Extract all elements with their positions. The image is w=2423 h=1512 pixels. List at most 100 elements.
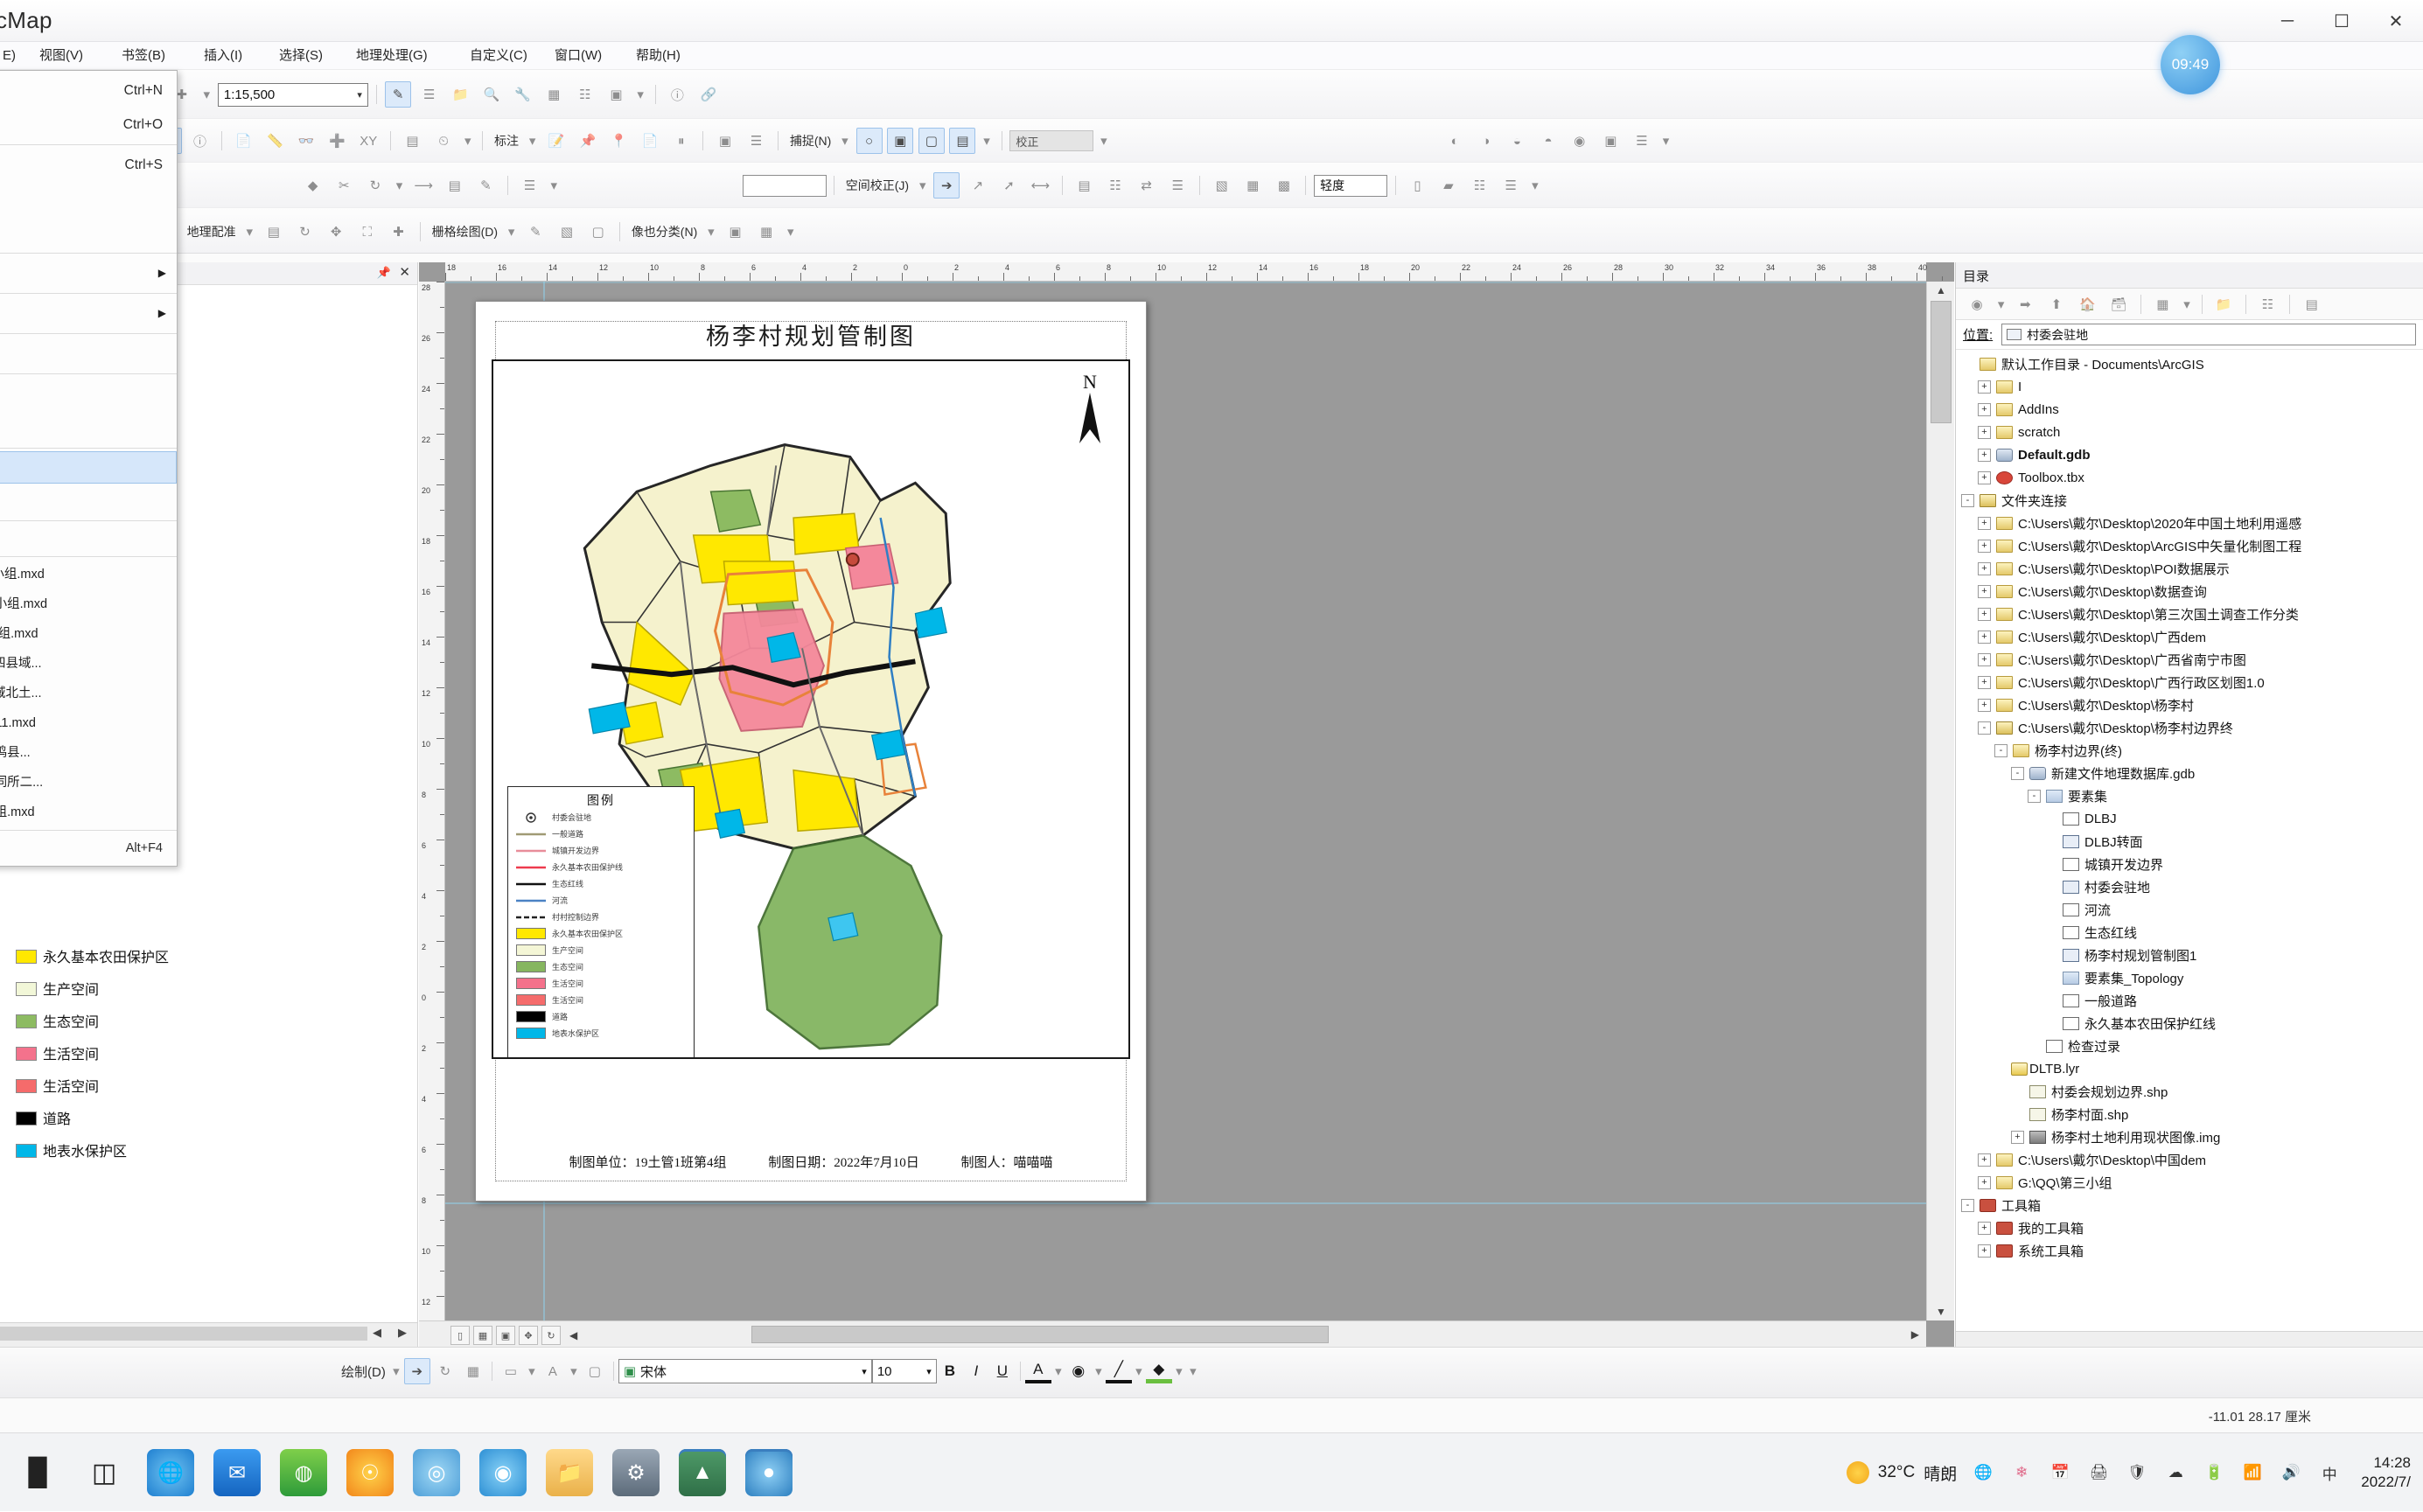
- file-menu-item-16[interactable]: )...: [0, 451, 177, 484]
- browser-ie-icon[interactable]: ◍: [280, 1449, 327, 1496]
- catalog-tree-node-29[interactable]: 永久基本农田保护红线: [1956, 1012, 2423, 1035]
- catalog-tree-node-6[interactable]: - 文件夹连接: [1956, 489, 2423, 512]
- scroll-left-arrow-icon[interactable]: ◀: [373, 1326, 381, 1340]
- raster-layer-combo-icon[interactable]: ▤: [261, 219, 287, 245]
- catalog-tree-node-5[interactable]: + Toolbox.tbx: [1956, 466, 2423, 489]
- edge-snap-icon[interactable]: ▤: [949, 128, 976, 154]
- new-identity-link-icon[interactable]: ➚: [996, 172, 1023, 199]
- raster-draw-label[interactable]: 栅格绘图(D): [429, 223, 501, 240]
- edit-rotate-icon[interactable]: ↻: [362, 172, 388, 199]
- taskbar-clock[interactable]: 14:28 2022/7/: [2361, 1453, 2411, 1492]
- draw-callout-icon[interactable]: ▢: [582, 1358, 608, 1384]
- catalog-tree-node-4[interactable]: + Default.gdb: [1956, 443, 2423, 466]
- tree-expander-icon[interactable]: -: [1978, 721, 1991, 735]
- catalog-home-icon[interactable]: 🏠: [2075, 291, 2101, 317]
- catalog-location-combo[interactable]: 村委会驻地: [2001, 324, 2416, 345]
- tree-expander-icon[interactable]: +: [1978, 425, 1991, 439]
- chrome-icon[interactable]: ◉: [479, 1449, 527, 1496]
- edge-icon[interactable]: 🌐: [147, 1449, 194, 1496]
- file-menu-item-5[interactable]: )...: [0, 216, 177, 250]
- attribute-transfer-icon[interactable]: ⇄: [1134, 172, 1160, 199]
- layout-grid-icon[interactable]: ▦: [473, 1326, 492, 1345]
- label-weight-icon[interactable]: 📍: [606, 128, 632, 154]
- catalog-tree-node-22[interactable]: 城镇开发边界: [1956, 853, 2423, 875]
- catalog-tree-node-33[interactable]: 杨李村面.shp: [1956, 1103, 2423, 1125]
- catalog-tree-node-30[interactable]: 检查过录: [1956, 1035, 2423, 1057]
- catalog-toggle-tree-icon[interactable]: ☷: [2255, 291, 2281, 317]
- tree-expander-icon[interactable]: +: [1978, 607, 1991, 621]
- catalog-tree-node-39[interactable]: + 系统工具箱: [1956, 1239, 2423, 1262]
- catalog-tree-node-34[interactable]: + 杨李村土地利用现状图像.img: [1956, 1125, 2423, 1148]
- tree-expander-icon[interactable]: +: [1978, 539, 1991, 553]
- adjust-icon[interactable]: ☷: [1102, 172, 1128, 199]
- menu-item-3[interactable]: 插入(I): [196, 45, 250, 66]
- edit-cut-icon[interactable]: ✂: [331, 172, 357, 199]
- file-menu-item-24[interactable]: 组只体三四县域...: [0, 649, 177, 679]
- weather-widget[interactable]: 32°C 晴朗: [1846, 1461, 1957, 1485]
- label-manager-icon[interactable]: 📝: [543, 128, 569, 154]
- toc-layer-4[interactable]: 生活空间: [16, 1075, 99, 1096]
- tray-ime-icon[interactable]: 中: [2317, 1460, 2342, 1485]
- font-size-combo[interactable]: 10 ▾: [871, 1359, 937, 1383]
- select-links-icon[interactable]: ⟷: [1027, 172, 1053, 199]
- identify-icon[interactable]: ⓘ: [187, 128, 213, 154]
- tree-expander-icon[interactable]: +: [1978, 630, 1991, 644]
- pin-icon[interactable]: 📌: [377, 266, 391, 280]
- font-color-dropdown-icon[interactable]: ▾: [1052, 1358, 1065, 1384]
- bold-button[interactable]: B: [937, 1359, 963, 1383]
- tree-expander-icon[interactable]: +: [1978, 402, 1991, 416]
- layout-vscroll-thumb[interactable]: [1931, 301, 1952, 423]
- tray-cloud-off-icon[interactable]: ☁: [2163, 1460, 2188, 1485]
- catalog-tree-node-9[interactable]: + C:\Users\戴尔\Desktop\POI数据展示: [1956, 557, 2423, 580]
- catalog-back-dropdown-icon[interactable]: ▾: [1995, 291, 2008, 317]
- measure-icon[interactable]: 📏: [262, 128, 288, 154]
- catalog-tree-node-36[interactable]: + G:\QQ\第三小组: [1956, 1171, 2423, 1194]
- tree-expander-icon[interactable]: +: [1978, 470, 1991, 484]
- catalog-location-bar[interactable]: 位置: 村委会驻地: [1956, 320, 2423, 350]
- line-color-button[interactable]: ╱: [1105, 1359, 1132, 1383]
- draw-group-icon[interactable]: ▦: [460, 1358, 486, 1384]
- menu-item-6[interactable]: 自定义(C): [462, 45, 535, 66]
- add-data-icon[interactable]: ➕: [325, 128, 351, 154]
- edit-attributes-icon[interactable]: ▤: [442, 172, 468, 199]
- point-snap-icon[interactable]: ○: [855, 128, 883, 154]
- file-menu-item-11[interactable]: line...: [0, 337, 177, 371]
- tree-expander-icon[interactable]: -: [2028, 789, 2041, 803]
- edit-more-icon[interactable]: ▾: [548, 172, 560, 199]
- map-legend[interactable]: 图例 村委会驻地 一般道路 城镇开发边界 永久基本农田保护线 生态红线 河流 村村控制边界永…: [507, 786, 695, 1057]
- file-menu-item-28[interactable]: 组上10分同所二...: [0, 768, 177, 798]
- shift-raster-icon[interactable]: ✥: [323, 219, 349, 245]
- draw-overflow-icon[interactable]: ▾: [1187, 1358, 1199, 1384]
- layout-view[interactable]: 18 16 14 12 10 8 6 4 2 0 2 4 6 8 10 12 14 16 18 20 22 24 26 28 3…: [419, 262, 1954, 1347]
- classify-icon[interactable]: ▦: [753, 219, 779, 245]
- scroll-right-arrow-icon[interactable]: ▶: [398, 1326, 407, 1340]
- catalog-tree-node-19[interactable]: - 要素集: [1956, 784, 2423, 807]
- raster-flip-icon[interactable]: ▦: [1239, 172, 1266, 199]
- fill-color-button[interactable]: ◉: [1065, 1359, 1092, 1383]
- data-frame[interactable]: N 图例 村委会驻地 一般道路 城镇开发边界 永久基本农田保护线 生态红线 河流…: [492, 359, 1130, 1059]
- catalog-tree-node-13[interactable]: + C:\Users\戴尔\Desktop\广西省南宁市图: [1956, 648, 2423, 671]
- catalog-tree-node-20[interactable]: DLBJ: [1956, 807, 2423, 830]
- raster-menu-dropdown-icon[interactable]: ▾: [243, 219, 255, 245]
- pan-dropdown-icon[interactable]: ▾: [199, 81, 213, 108]
- distribute-icon[interactable]: ☷: [1467, 172, 1493, 199]
- catalog-tree-node-37[interactable]: - 工具箱: [1956, 1194, 2423, 1216]
- editor-value-field[interactable]: [742, 174, 827, 197]
- file-menu-item-23[interactable]: 图\...\三小组.mxd: [0, 619, 177, 649]
- layout-view-icon[interactable]: ▣: [604, 81, 630, 108]
- close-button[interactable]: ✕: [2369, 0, 2423, 42]
- toc-layer-0[interactable]: 永久基本农田保护区: [16, 945, 169, 966]
- tray-calendar-icon[interactable]: 📅: [2048, 1460, 2072, 1485]
- tree-expander-icon[interactable]: -: [2011, 766, 2024, 780]
- layout-horizontal-scrollbar[interactable]: ▯ ▦ ▣ ✥ ↻ ◀ ▶: [419, 1320, 1926, 1347]
- draw-dropdown-icon[interactable]: ▾: [390, 1358, 402, 1384]
- model-builder-icon[interactable]: ☷: [572, 81, 598, 108]
- georeference-dropdown-icon[interactable]: ▾: [1098, 128, 1110, 154]
- catalog-tree-node-21[interactable]: DLBJ转面: [1956, 830, 2423, 853]
- catalog-connect-folder-icon[interactable]: 📁: [2210, 291, 2237, 317]
- tree-expander-icon[interactable]: +: [1978, 584, 1991, 598]
- mail-icon[interactable]: ✉: [213, 1449, 261, 1496]
- catalog-tree-node-0[interactable]: 默认工作目录 - Documents\ArcGIS: [1956, 352, 2423, 375]
- draw-menu-label[interactable]: 绘制(D): [338, 1362, 389, 1381]
- catalog-tree-node-27[interactable]: 要素集_Topology: [1956, 966, 2423, 989]
